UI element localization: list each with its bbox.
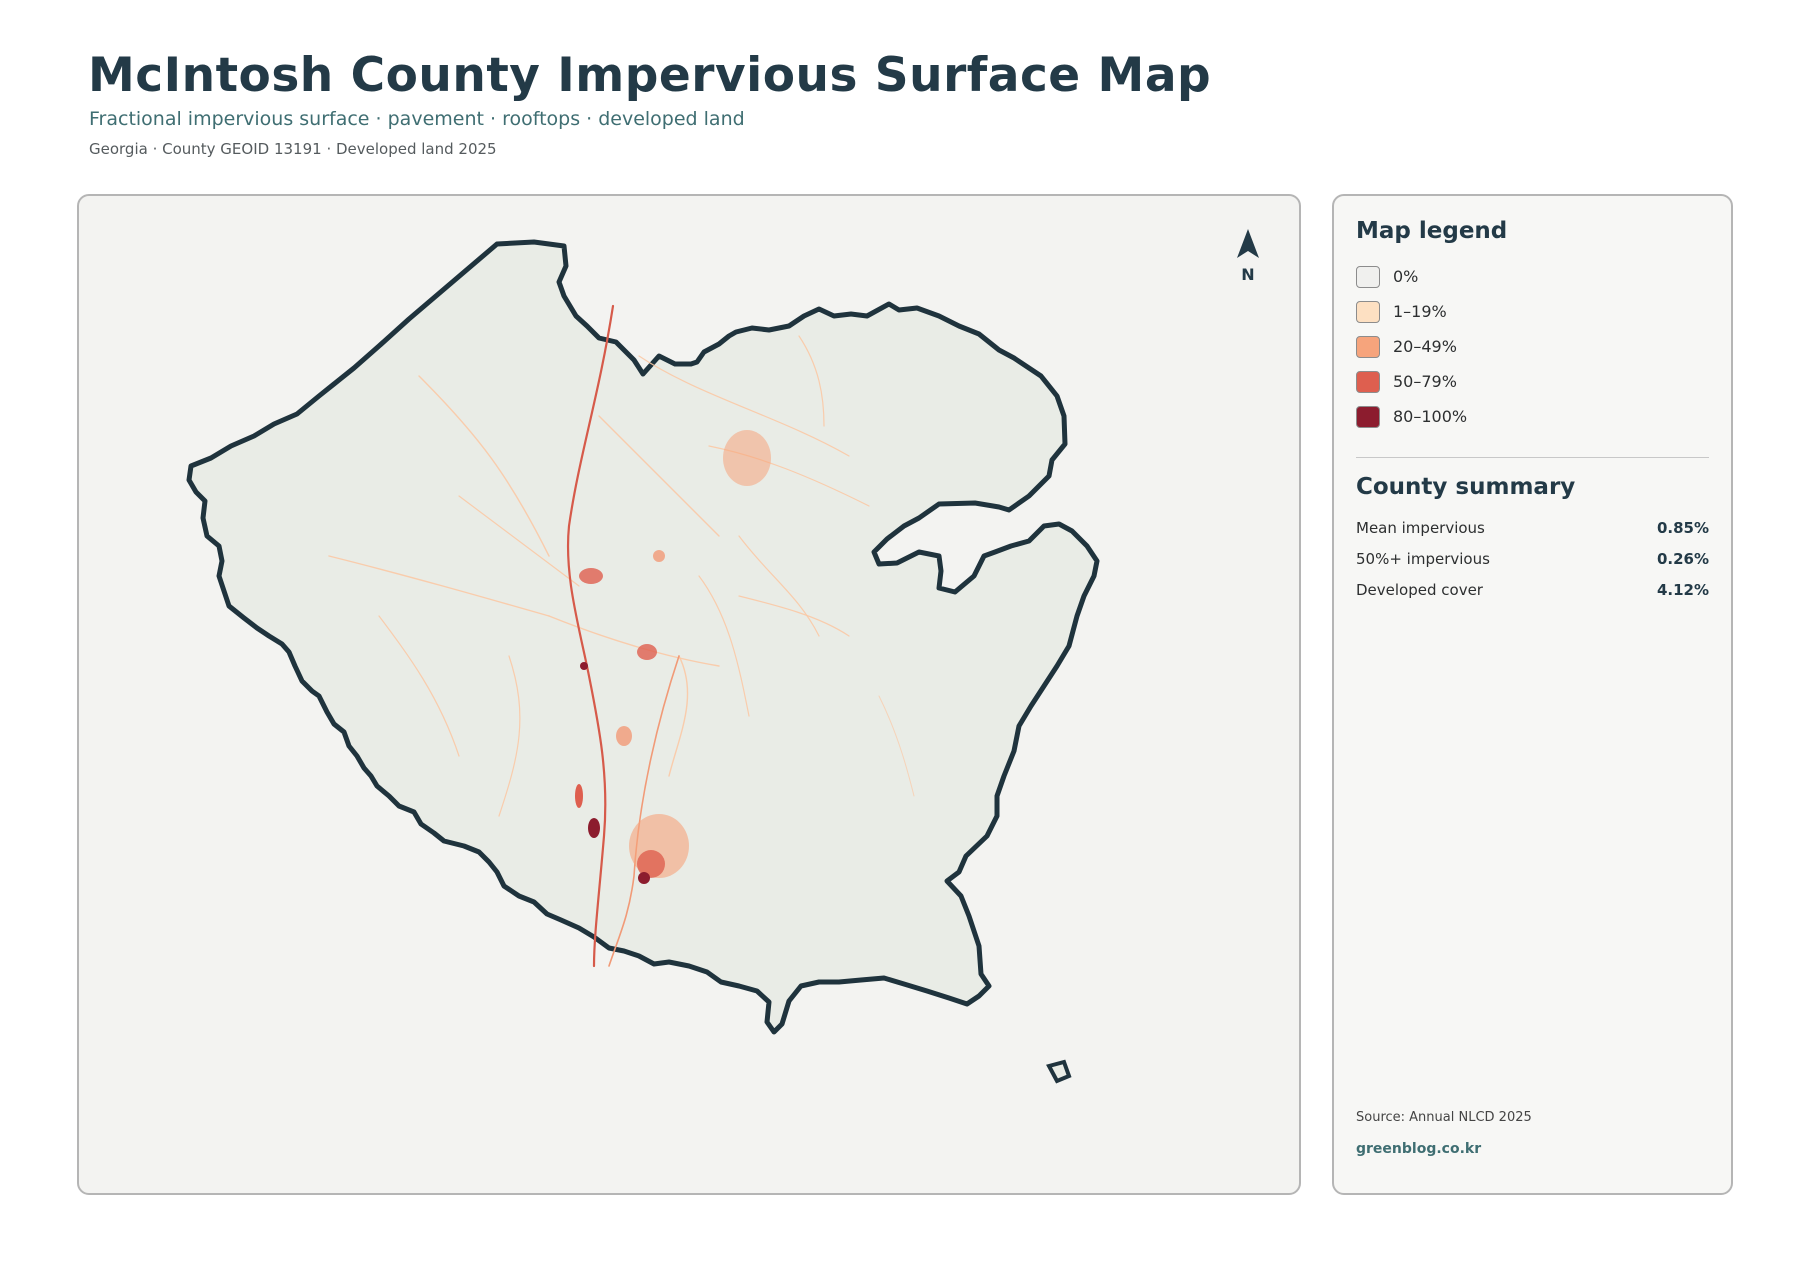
legend-label: 0% [1393,267,1419,286]
islet-boundary [1046,1059,1072,1084]
stat-label: Developed cover [1356,581,1483,599]
legend-swatch [1356,406,1380,428]
legend-panel: Map legend 0% 1–19% 20–49% 50–79% 80–100… [1332,194,1733,1195]
legend-label: 1–19% [1393,302,1447,321]
legend-swatch [1356,336,1380,358]
stat-row: 50%+ impervious 0.26% [1356,550,1709,570]
county-map[interactable]: N [79,196,1301,1195]
county-boundary [186,239,1100,1035]
legend-title: Map legend [1356,218,1508,244]
legend-divider [1356,457,1709,458]
stat-row: Mean impervious 0.85% [1356,519,1709,539]
legend-swatch [1356,371,1380,393]
legend-label: 80–100% [1393,407,1468,426]
page-subtitle: Fractional impervious surface · pavement… [89,108,745,130]
stat-value: 4.12% [1656,581,1709,599]
legend-swatch [1356,266,1380,288]
stat-label: 50%+ impervious [1356,550,1490,568]
stat-value: 0.85% [1656,519,1709,537]
legend-label: 50–79% [1393,372,1457,391]
stat-label: Mean impervious [1356,519,1485,537]
north-arrow-label: N [1241,265,1254,284]
stat-row: Developed cover 4.12% [1356,581,1709,601]
brand-link[interactable]: greenblog.co.kr [1356,1141,1481,1157]
page-title: McIntosh County Impervious Surface Map [88,48,1212,103]
page-meta: Georgia · County GEOID 13191 · Developed… [89,140,497,158]
legend-swatch [1356,301,1380,323]
north-arrow-icon [1237,229,1259,258]
summary-title: County summary [1356,474,1576,500]
legend-label: 20–49% [1393,337,1457,356]
source-note: Source: Annual NLCD 2025 [1356,1110,1532,1125]
map-panel[interactable]: N [77,194,1301,1195]
stat-value: 0.26% [1656,550,1709,568]
